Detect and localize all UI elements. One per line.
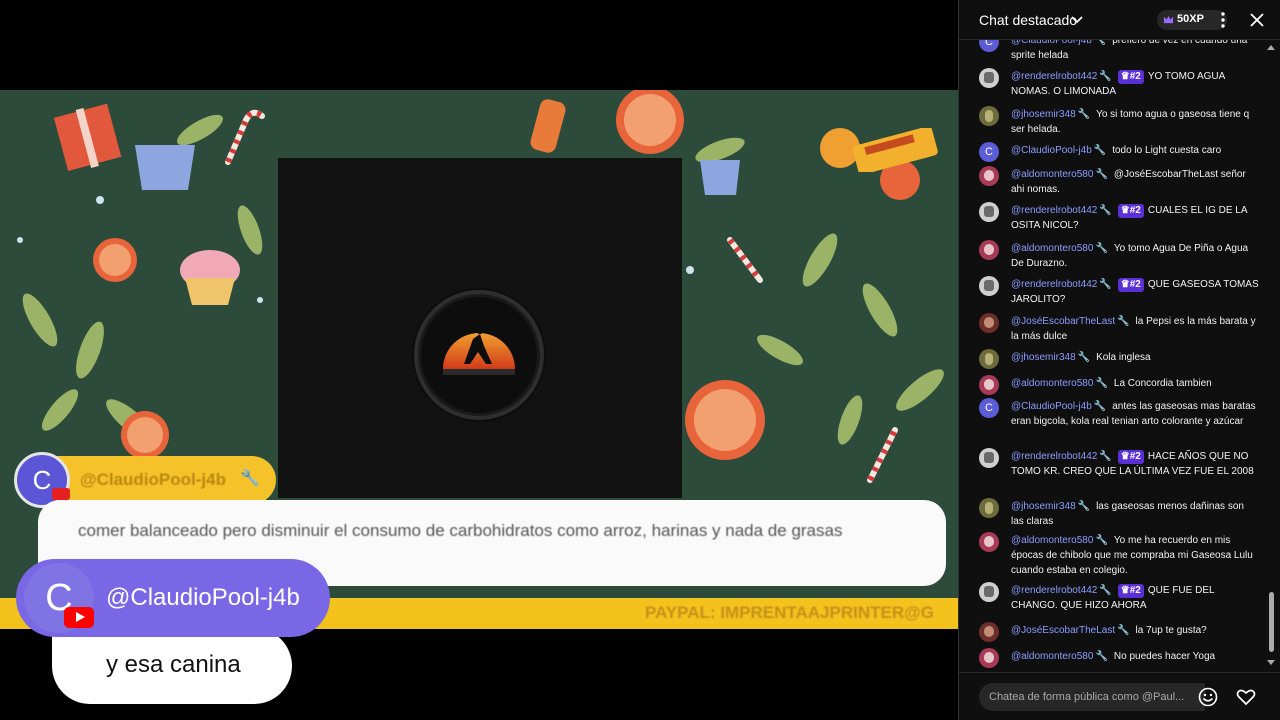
chat-scrollbar[interactable] [1265,42,1275,670]
avatar[interactable] [979,375,999,395]
avatar[interactable] [979,313,999,333]
scroll-down-arrow-icon[interactable] [1267,658,1275,666]
avatar[interactable] [979,532,999,552]
avatar[interactable] [979,448,999,468]
chat-message-text: Kola inglesa [1096,352,1151,363]
wrench-icon: 🔧 [1117,316,1130,327]
avatar[interactable] [979,349,999,369]
wrench-icon: 🔧 [1099,451,1112,462]
sponsor-badge [852,128,938,172]
youtube-icon [52,488,70,500]
close-icon[interactable] [1249,12,1265,28]
chat-input-field[interactable]: Chatea de forma pública como @Paul... [979,683,1205,711]
wrench-icon: 🔧 [240,470,260,487]
chat-input-bar: Chatea de forma pública como @Paul... [959,672,1280,720]
avatar[interactable] [979,498,999,518]
chat-header: Chat destacado 50XP [959,0,1280,40]
wrench-icon: 🔧 [1099,585,1112,596]
wrench-icon: 🔧 [1077,501,1091,512]
wrench-icon: 🔧 [1095,378,1108,389]
heart-icon[interactable] [1235,686,1257,708]
rank-badge: ♛#2 [1117,70,1144,84]
youtube-icon [64,607,94,628]
wrench-icon: 🔧 [1117,625,1130,636]
chat-author-name[interactable]: @aldomontero580 [1011,169,1093,180]
wrench-icon: 🔧 [1099,279,1112,290]
stream-scene: C @ClaudioPool-j4b 🔧 comer balanceado pe… [0,90,958,629]
scrollbar-thumb[interactable] [1269,592,1274,652]
wrench-icon: 🔧 [1099,205,1112,216]
chat-message-text: todo lo Light cuesta caro [1112,145,1222,156]
rank-badge: ♛#2 [1117,450,1144,464]
chat-author-name[interactable]: @renderelrobot442 [1011,585,1097,596]
avatar[interactable] [979,582,999,602]
rank-badge: ♛#2 [1117,204,1144,218]
chat-author-name[interactable]: @jhosemir348 [1011,501,1076,512]
chat-author-name[interactable]: @JoséEscobarTheLast [1011,316,1115,327]
wrench-icon: 🔧 [1093,145,1107,156]
chat-author-name[interactable]: @ClaudioPool-j4b [1011,401,1092,412]
ticker-text: PAYPAL: IMPRENTAAJPRINTER@G [645,603,934,622]
crown-icon [1163,15,1174,24]
avatar[interactable] [979,106,999,126]
xp-value: 50XP [1177,13,1204,25]
chat-author-name[interactable]: @jhosemir348 [1011,109,1076,120]
avatar[interactable]: C [979,398,999,418]
big-author-name: @ClaudioPool-j4b [106,584,300,611]
wrench-icon: 🔧 [1095,535,1108,546]
more-options-icon[interactable] [1219,11,1227,29]
avatar[interactable] [979,622,999,642]
wrench-icon: 🔧 [1095,651,1108,662]
chat-message-text: No puedes hacer Yoga [1113,651,1216,662]
chat-author-name[interactable]: @renderelrobot442 [1011,205,1097,216]
wrench-icon: 🔧 [1077,109,1091,120]
avatar[interactable] [979,240,999,260]
wrench-icon: 🔧 [1077,352,1091,363]
scroll-up-arrow-icon[interactable] [1267,44,1275,52]
overlay-author-name: @ClaudioPool-j4b [80,470,226,489]
avatar[interactable] [979,166,999,186]
wrench-icon: 🔧 [1095,169,1108,180]
chat-author-name[interactable]: @JoséEscobarTheLast [1011,625,1115,636]
video-player[interactable]: C @ClaudioPool-j4b 🔧 comer balanceado pe… [0,0,958,720]
chat-author-name[interactable]: @renderelrobot442 [1011,279,1097,290]
avatar[interactable]: C [979,142,999,162]
chat-message-list[interactable]: C @ClaudioPool-j4b 🔧 prefiero de vez en cua… [959,34,1267,670]
chat-author-name[interactable]: @aldomontero580 [1011,651,1093,662]
rank-badge: ♛#2 [1117,584,1144,598]
avatar[interactable] [979,648,999,668]
channel-logo [414,290,544,420]
chat-author-name[interactable]: @renderelrobot442 [1011,71,1097,82]
chevron-down-icon[interactable] [1071,14,1083,26]
overlay-message-text: comer balanceado pero disminuir el consu… [78,521,843,540]
chat-message-text: La Concordia tambien [1113,378,1212,389]
live-chat-panel: Chat destacado 50XP C @ClaudioPool-j4b 🔧 pr… [958,0,1280,720]
chat-mode-title[interactable]: Chat destacado [979,12,1077,28]
wrench-icon: 🔧 [1093,401,1107,412]
emoji-icon[interactable] [1197,686,1219,708]
avatar[interactable] [979,202,999,222]
chat-author-name[interactable]: @renderelrobot442 [1011,451,1097,462]
avatar[interactable] [979,276,999,296]
chat-author-name[interactable]: @aldomontero580 [1011,535,1093,546]
chat-author-name[interactable]: @jhosemir348 [1011,352,1076,363]
rank-badge: ♛#2 [1117,278,1144,292]
chat-author-name[interactable]: @ClaudioPool-j4b [1011,145,1092,156]
chat-author-name[interactable]: @aldomontero580 [1011,378,1093,389]
wrench-icon: 🔧 [1099,71,1112,82]
avatar[interactable] [979,68,999,88]
chat-author-name[interactable]: @aldomontero580 [1011,243,1093,254]
wrench-icon: 🔧 [1095,243,1108,254]
chat-message-text: la 7up te gusta? [1135,625,1207,636]
big-message-text: y esa canina [106,651,241,678]
